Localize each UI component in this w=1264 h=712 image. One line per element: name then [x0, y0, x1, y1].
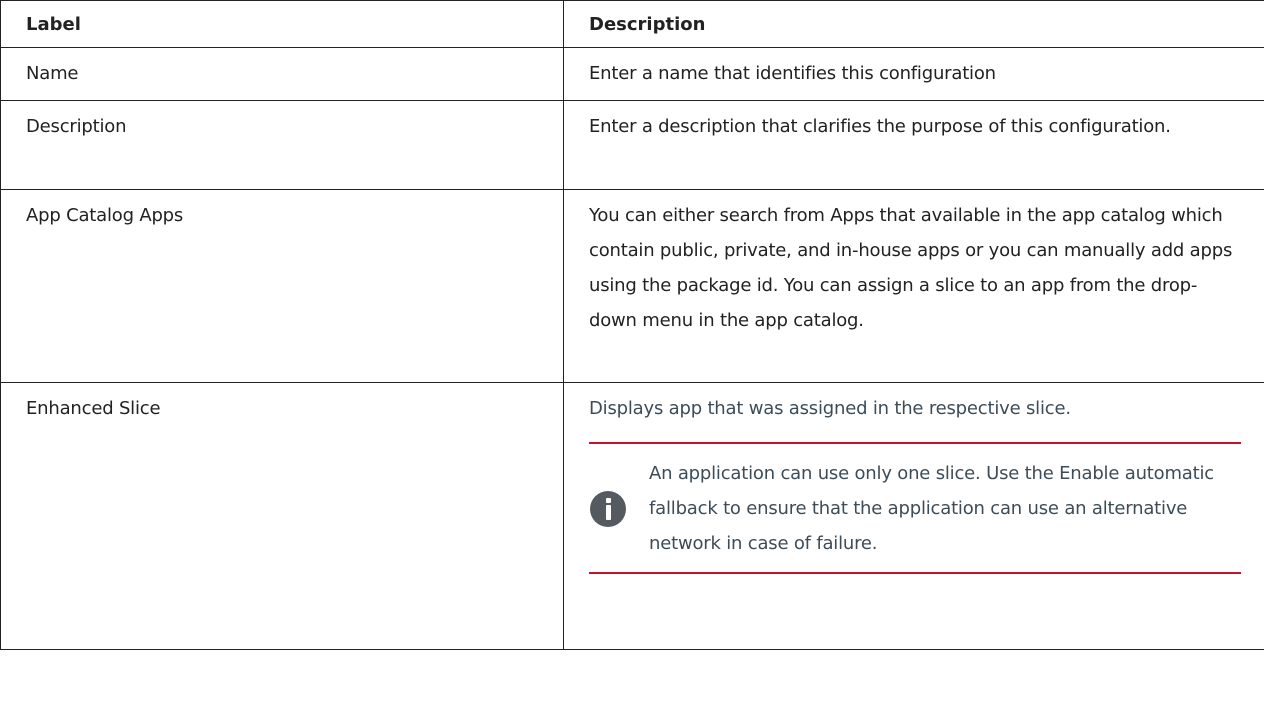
row-description: Enter a name that identifies this config… — [563, 47, 1264, 101]
row-description-cell: Displays app that was assigned in the re… — [563, 382, 1264, 650]
row-description: Displays app that was assigned in the re… — [589, 398, 1071, 419]
row-label: Enhanced Slice — [0, 382, 564, 650]
table-header-row: Label Description — [0, 0, 1264, 48]
row-label: Name — [0, 47, 564, 101]
configuration-table: Label Description Name Enter a name that… — [0, 0, 1264, 650]
row-label: App Catalog Apps — [0, 189, 564, 383]
row-label: Description — [0, 100, 564, 190]
header-description: Description — [563, 0, 1264, 48]
row-description: Enter a description that clarifies the p… — [563, 100, 1264, 190]
table-row: App Catalog Apps You can either search f… — [0, 189, 1264, 383]
info-icon — [590, 490, 626, 527]
info-note: An application can use only one slice. U… — [589, 442, 1241, 574]
row-description: You can either search from Apps that ava… — [563, 189, 1264, 383]
table-row: Description Enter a description that cla… — [0, 100, 1264, 190]
table-row: Name Enter a name that identifies this c… — [0, 47, 1264, 101]
table-row: Enhanced Slice Displays app that was ass… — [0, 382, 1264, 650]
note-text: An application can use only one slice. U… — [649, 463, 1214, 554]
header-label: Label — [0, 0, 564, 48]
